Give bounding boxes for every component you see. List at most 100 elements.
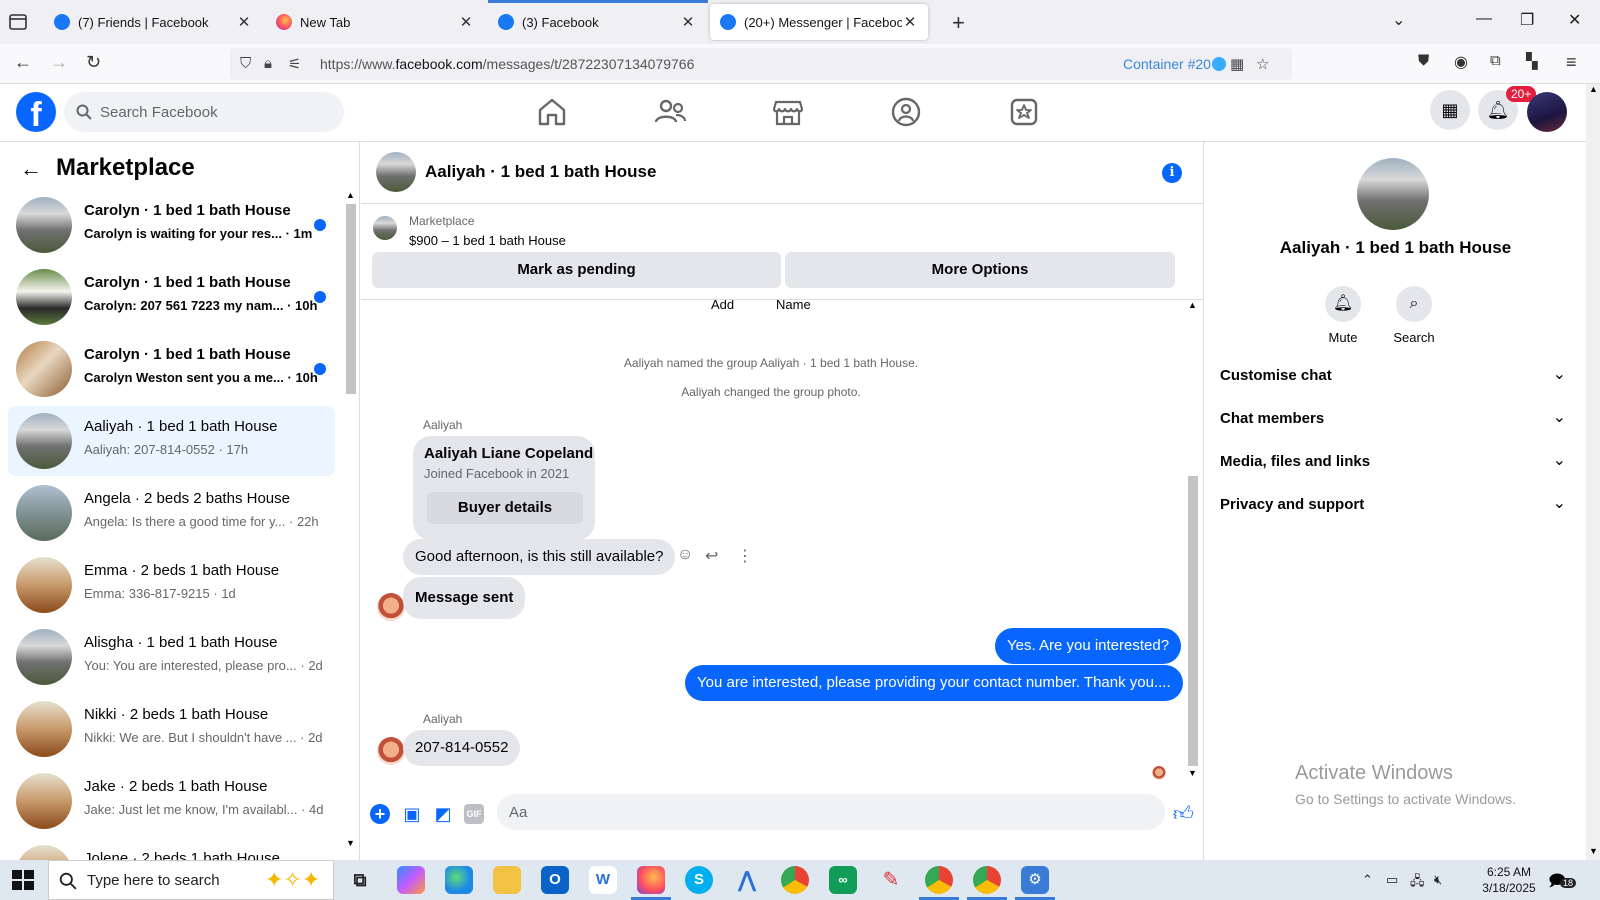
more-actions-icon[interactable]: ⋮ xyxy=(737,546,753,566)
home-icon[interactable] xyxy=(534,96,570,128)
qr-code-icon[interactable]: ▦ xyxy=(1230,55,1244,73)
copilot-icon[interactable] xyxy=(397,866,425,894)
conversation-item[interactable]: Nikki · 2 beds 1 bath House Nikki: We ar… xyxy=(8,694,335,764)
outgoing-message[interactable]: You are interested, please providing you… xyxy=(685,665,1183,701)
gif-icon[interactable]: GIF xyxy=(464,804,484,824)
account-icon[interactable]: ◉ xyxy=(1454,52,1468,72)
permissions-icon[interactable]: ⚟ xyxy=(288,55,301,73)
url-bar[interactable]: ⛉ 🔒︎ ⚟ https://www.facebook.com/messages… xyxy=(230,48,1292,80)
taskbar-search-input[interactable] xyxy=(87,861,267,899)
message-input[interactable] xyxy=(509,794,1089,830)
notification-center-icon[interactable]: 🗩 18 xyxy=(1548,870,1577,890)
network-icon[interactable]: 🖧 xyxy=(1410,872,1425,894)
scroll-up-icon[interactable]: ▲ xyxy=(1188,300,1197,310)
wordpad-icon[interactable]: W xyxy=(589,866,617,894)
scroll-down-icon[interactable]: ▼ xyxy=(346,838,355,848)
browser-tab-messenger[interactable]: (20+) Messenger | Facebook ✕ xyxy=(710,4,928,40)
listing-thumbnail[interactable] xyxy=(373,216,397,240)
close-tab-icon[interactable]: ✕ xyxy=(902,13,918,31)
lock-icon[interactable]: 🔒︎ xyxy=(264,55,272,72)
search-input[interactable] xyxy=(100,92,330,132)
conversation-item[interactable]: Carolyn · 1 bed 1 bath House Carolyn: 20… xyxy=(8,262,335,332)
outlook-icon[interactable]: O xyxy=(541,866,569,894)
add-attachment-icon[interactable]: + xyxy=(370,804,390,824)
edge-icon[interactable] xyxy=(445,866,473,894)
bookmark-star-icon[interactable]: ☆ xyxy=(1256,55,1269,73)
forward-icon[interactable]: → xyxy=(50,52,68,73)
search-conversation-button[interactable]: ⌕ Search xyxy=(1384,286,1444,345)
conversation-item[interactable]: Carolyn · 1 bed 1 bath House Carolyn Wes… xyxy=(8,334,335,404)
mute-button[interactable]: 🔔︎ Mute xyxy=(1313,286,1373,345)
conversation-item[interactable]: Alisgha · 1 bed 1 bath House You: You ar… xyxy=(8,622,335,692)
name-label[interactable]: Name xyxy=(776,300,811,312)
windows-start-icon[interactable] xyxy=(12,870,34,890)
app-infinity-icon[interactable]: ∞ xyxy=(829,866,857,894)
media-files-links-section[interactable]: Media, files and links ⌄ xyxy=(1220,444,1570,480)
menu-hamburger-icon[interactable]: ≡ xyxy=(1566,52,1577,73)
scroll-down-icon[interactable]: ▼ xyxy=(1589,846,1598,856)
conversation-item-active[interactable]: Aaliyah · 1 bed 1 bath House Aaliyah: 20… xyxy=(8,406,335,476)
close-window-icon[interactable]: ✕ xyxy=(1568,10,1581,30)
tab-list-icon[interactable] xyxy=(8,12,30,32)
react-emoji-icon[interactable]: ☺ xyxy=(677,546,693,564)
sticker-icon[interactable]: ◩ xyxy=(433,804,453,824)
menu-grid-icon[interactable]: ▦ xyxy=(1430,90,1470,130)
groups-icon[interactable] xyxy=(888,96,924,128)
account-avatar[interactable] xyxy=(1527,92,1567,132)
message-input-box[interactable] xyxy=(497,794,1287,830)
list-all-tabs-icon[interactable]: ⌄ xyxy=(1392,10,1405,30)
outgoing-message[interactable]: Yes. Are you interested? xyxy=(995,628,1182,664)
page-scrollbar[interactable]: ▲ ▼ xyxy=(1586,84,1600,860)
url-text[interactable]: https://www.facebook.com/messages/t/2872… xyxy=(320,56,694,72)
incoming-message[interactable]: Message sent xyxy=(403,577,526,619)
close-tab-icon[interactable]: ✕ xyxy=(458,13,474,31)
scrollbar-thumb[interactable] xyxy=(346,204,356,394)
attach-photo-icon[interactable]: ▣ xyxy=(402,804,422,824)
sender-avatar[interactable] xyxy=(377,737,405,765)
extensions-icon[interactable]: ⧉ xyxy=(1490,52,1501,69)
scrollbar-thumb[interactable] xyxy=(1188,476,1198,766)
reply-icon[interactable]: ↩ xyxy=(705,546,718,566)
close-tab-icon[interactable]: ✕ xyxy=(680,13,696,31)
conversation-item[interactable]: Jake · 2 beds 1 bath House Jake: Just le… xyxy=(8,766,335,836)
conversation-item[interactable]: Emma · 2 beds 1 bath House Emma: 336-817… xyxy=(8,550,335,620)
marketplace-icon[interactable] xyxy=(770,96,806,128)
browser-tab-new-tab[interactable]: New Tab ✕ xyxy=(266,4,484,40)
more-options-button[interactable]: More Options xyxy=(785,252,1175,288)
browser-tab-friends[interactable]: (7) Friends | Facebook ✕ xyxy=(44,4,262,40)
gaming-icon[interactable] xyxy=(1006,96,1042,128)
listing-description[interactable]: $900 – 1 bed 1 bath House xyxy=(409,233,566,248)
conversation-photo[interactable] xyxy=(1357,158,1429,230)
customise-chat-section[interactable]: Customise chat ⌄ xyxy=(1220,358,1570,394)
task-view-icon[interactable]: ⧉ xyxy=(346,866,374,894)
buyer-details-button[interactable]: Buyer details xyxy=(427,492,583,524)
chrome-profile-r-icon[interactable] xyxy=(967,866,1007,900)
chat-members-section[interactable]: Chat members ⌄ xyxy=(1220,401,1570,437)
close-tab-icon[interactable]: ✕ xyxy=(236,13,252,31)
chrome-profile-gm-icon[interactable] xyxy=(919,866,959,900)
friends-icon[interactable] xyxy=(652,96,688,128)
browser-tab-facebook[interactable]: (3) Facebook ✕ xyxy=(488,4,706,40)
app-arc-icon[interactable]: ⋀ xyxy=(733,866,761,894)
facebook-search[interactable] xyxy=(64,92,344,132)
conversation-item[interactable]: Jolene · 2 beds 1 bath House xyxy=(8,838,335,860)
conversation-item[interactable]: Angela · 2 beds 2 baths House Angela: Is… xyxy=(8,478,335,548)
privacy-support-section[interactable]: Privacy and support ⌄ xyxy=(1220,487,1570,523)
chat-title[interactable]: Aaliyah · 1 bed 1 bath House xyxy=(425,162,656,182)
chat-avatar[interactable] xyxy=(376,152,416,192)
restore-icon[interactable]: ❐ xyxy=(1520,10,1534,30)
scroll-down-icon[interactable]: ▼ xyxy=(1188,768,1197,778)
chrome-icon[interactable] xyxy=(781,866,809,894)
shield-icon[interactable]: ⛉ xyxy=(240,55,251,72)
info-icon[interactable]: i xyxy=(1162,163,1182,183)
mark-as-pending-button[interactable]: Mark as pending xyxy=(372,252,781,288)
app-paint-icon[interactable]: ✎ xyxy=(877,866,905,894)
app-network-icon[interactable]: ⚙ xyxy=(1015,866,1055,900)
file-explorer-icon[interactable] xyxy=(493,866,521,894)
incoming-message[interactable]: Good afternoon, is this still available? xyxy=(403,539,676,575)
incoming-message[interactable]: 207-814-0552 xyxy=(403,730,521,766)
sidebar-scrollbar[interactable]: ▲ ▼ xyxy=(344,190,358,850)
conversation-item[interactable]: Carolyn · 1 bed 1 bath House Carolyn is … xyxy=(8,190,335,260)
firefox-icon[interactable] xyxy=(631,866,671,900)
pocket-icon[interactable]: ⛊ xyxy=(1418,52,1429,69)
